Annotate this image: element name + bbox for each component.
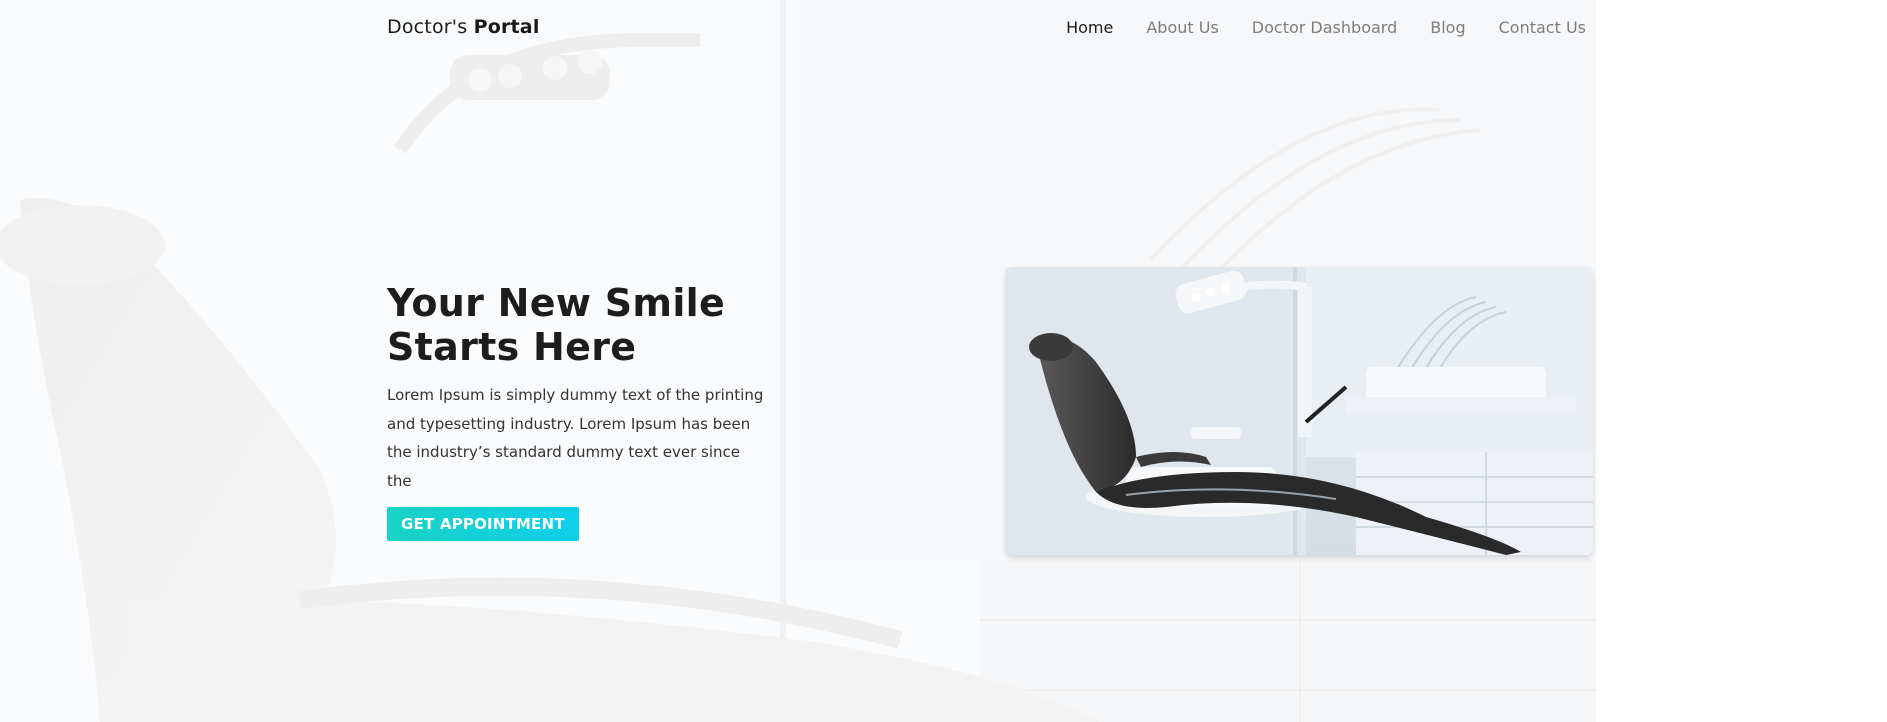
nav-blog[interactable]: Blog — [1430, 18, 1465, 37]
hero-title-line-1: Your New Smile — [387, 281, 726, 325]
brand-logo[interactable]: Doctor's Portal — [387, 16, 540, 38]
background-edge — [1596, 0, 1887, 722]
hero-description: Lorem Ipsum is simply dummy text of the … — [387, 386, 764, 490]
brand-strong: Portal — [473, 16, 540, 38]
dental-chair-image — [1006, 267, 1593, 555]
hero-title: Your New Smile Starts Here — [387, 281, 807, 369]
get-appointment-button[interactable]: GET APPOINTMENT — [387, 507, 579, 541]
hero-section: Your New Smile Starts Here Lorem Ipsum i… — [387, 281, 807, 541]
hero-image — [1006, 267, 1593, 555]
nav-doctor-dashboard[interactable]: Doctor Dashboard — [1252, 18, 1397, 37]
brand-prefix: Doctor's — [387, 16, 468, 38]
nav-contact-us[interactable]: Contact Us — [1499, 18, 1586, 37]
hero-title-line-2: Starts Here — [387, 325, 637, 369]
nav-about-us[interactable]: About Us — [1146, 18, 1218, 37]
page: Doctor's Portal Home About Us Doctor Das… — [0, 0, 1887, 722]
navbar: Doctor's Portal Home About Us Doctor Das… — [387, 0, 1586, 56]
nav-home[interactable]: Home — [1066, 18, 1113, 37]
nav-menu: Home About Us Doctor Dashboard Blog Cont… — [1066, 18, 1586, 37]
